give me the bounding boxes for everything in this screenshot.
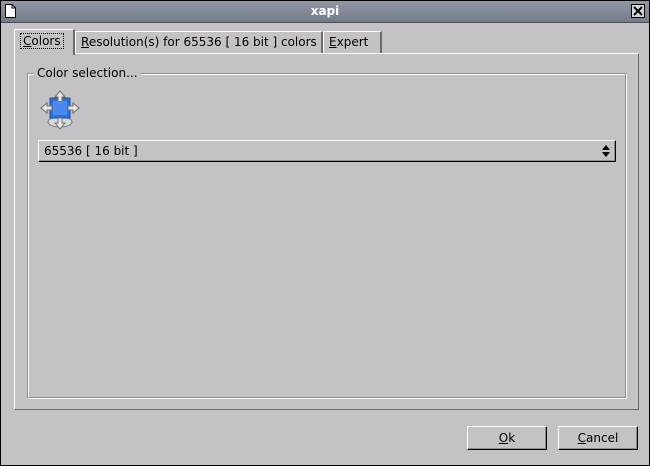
up-down-arrows-icon (602, 145, 610, 157)
close-icon (633, 6, 643, 16)
window-title: xapi (310, 4, 340, 18)
cancel-button-label: Cancel (577, 431, 619, 445)
tab-expert[interactable]: Expert (323, 31, 382, 53)
tab-expert-label: Expert (329, 35, 369, 49)
dialog-window: xapi Colors Resolution(s) for 65536 [ 16… (0, 0, 650, 466)
cancel-button[interactable]: Cancel (558, 426, 638, 450)
tab-resolutions[interactable]: Resolution(s) for 65536 [ 16 bit ] color… (75, 31, 323, 53)
title-bar[interactable]: xapi (1, 1, 649, 23)
tab-resolutions-label: Resolution(s) for 65536 [ 16 bit ] color… (81, 35, 317, 49)
tab-panel-colors: Color selection... 65536 [ 16 bit ] (14, 53, 639, 410)
color-depth-select[interactable]: 65536 [ 16 bit ] (38, 140, 616, 162)
ok-button[interactable]: Ok (467, 426, 547, 450)
color-selection-frame: Color selection... 65536 [ 16 bit ] (27, 66, 626, 398)
close-button[interactable] (631, 4, 645, 18)
ok-button-label: Ok (498, 431, 516, 445)
color-depth-value: 65536 [ 16 bit ] (44, 144, 138, 158)
tab-colors[interactable]: Colors (14, 29, 75, 55)
color-selection-label: Color selection... (34, 66, 141, 80)
tab-colors-label: Colors (20, 33, 64, 49)
display-settings-icon (40, 90, 80, 130)
